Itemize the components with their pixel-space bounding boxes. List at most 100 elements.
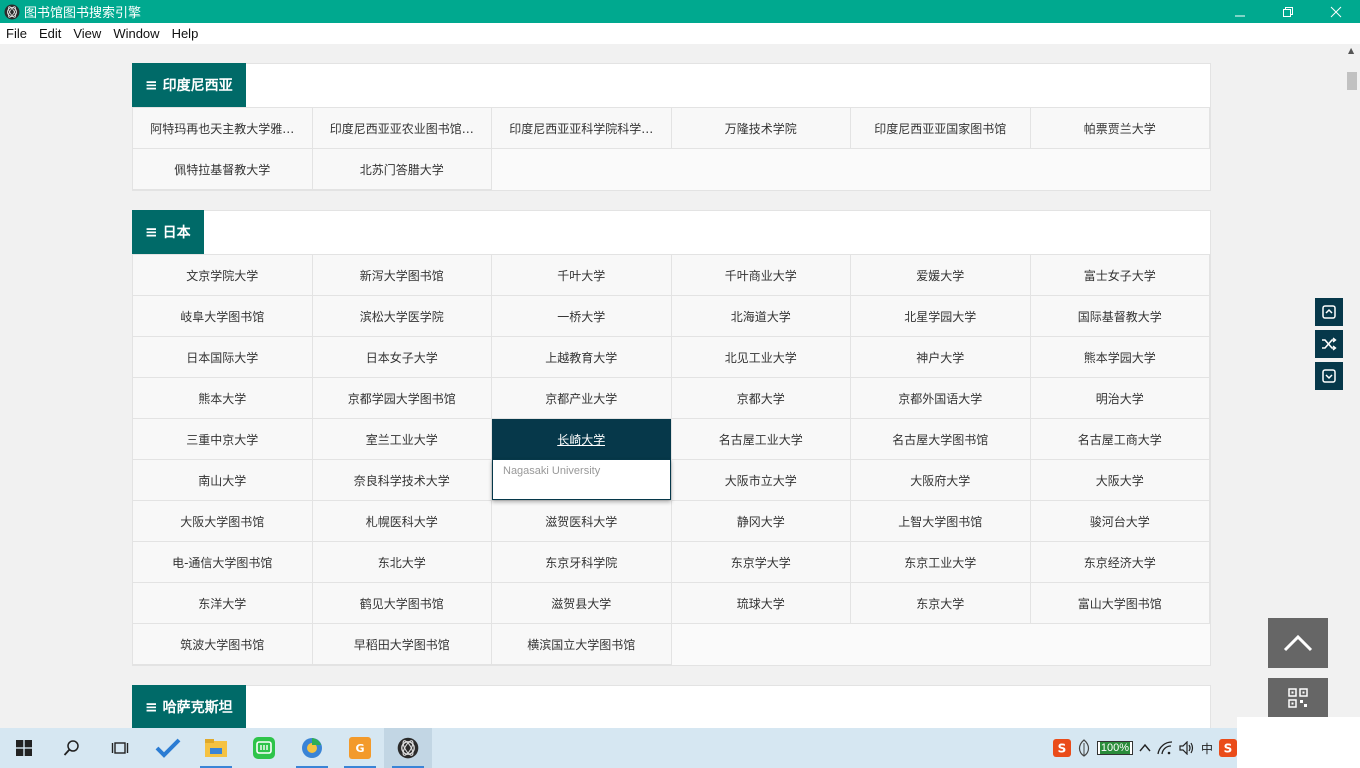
library-item[interactable]: 京都学园大学图书馆 [312,378,492,419]
chevron-up-icon[interactable] [1139,743,1151,753]
library-item[interactable]: 印度尼西亚亚农业图书馆… [312,108,492,149]
maximize-button[interactable] [1264,0,1312,23]
library-item[interactable]: 熊本大学 [133,378,313,419]
library-item[interactable]: 文京学院大学 [133,255,313,296]
speaker-icon[interactable] [1179,741,1195,755]
library-item[interactable]: 静冈大学 [671,501,851,542]
menu-help[interactable]: Help [166,26,205,41]
library-item[interactable]: 琉球大学 [671,583,851,624]
library-item[interactable]: 富士女子大学 [1030,255,1210,296]
start-button[interactable] [0,728,48,768]
menu-file[interactable]: File [0,26,33,41]
library-item[interactable]: 国际基督教大学 [1030,296,1210,337]
library-item[interactable]: 明治大学 [1030,378,1210,419]
library-item[interactable]: 富山大学图书馆 [1030,583,1210,624]
sogou-ime-icon[interactable]: S [1052,739,1071,757]
scroll-top-button[interactable] [1315,298,1343,326]
task-view-button[interactable] [96,728,144,768]
library-item[interactable]: 佩特拉基督教大学 [133,149,313,190]
library-item[interactable]: 大阪府大学 [851,460,1031,501]
menu-window[interactable]: Window [107,26,165,41]
scrollbar-thumb[interactable] [1347,72,1357,90]
scroll-bottom-button[interactable] [1315,362,1343,390]
library-item[interactable]: 奈良科学技术大学 [312,460,492,501]
todo-app[interactable] [144,728,192,768]
browser-icon [302,738,322,758]
library-item[interactable]: 印度尼西亚亚国家图书馆 [851,108,1031,149]
library-item[interactable]: 东京工业大学 [851,542,1031,583]
library-item[interactable]: 爱媛大学 [851,255,1031,296]
library-item[interactable]: 室兰工业大学 [312,419,492,460]
library-item[interactable]: 大阪大学图书馆 [133,501,313,542]
library-item[interactable]: 滋贺县大学 [492,583,672,624]
library-item[interactable]: 早稻田大学图书馆 [312,624,492,665]
library-item[interactable]: 北星学园大学 [851,296,1031,337]
library-item[interactable]: 名古屋大学图书馆 [851,419,1031,460]
library-item[interactable]: 札幌医科大学 [312,501,492,542]
library-item[interactable]: 阿特玛再也天主教大学雅… [133,108,313,149]
browser-app[interactable] [288,728,336,768]
close-button[interactable] [1312,0,1360,23]
library-item[interactable]: 北苏门答腊大学 [312,149,492,190]
library-item[interactable]: 电-通信大学图书馆 [133,542,313,583]
pdf-app[interactable]: G [336,728,384,768]
library-item[interactable]: 南山大学 [133,460,313,501]
library-item[interactable]: 千叶商业大学 [671,255,851,296]
library-item[interactable]: 上越教育大学 [492,337,672,378]
library-item[interactable]: 东京大学 [851,583,1031,624]
library-item[interactable]: 北海道大学 [671,296,851,337]
library-item[interactable]: 新泻大学图书馆 [312,255,492,296]
search-button[interactable] [48,728,96,768]
library-item[interactable]: 鹤见大学图书馆 [312,583,492,624]
library-item[interactable]: 京都大学 [671,378,851,419]
library-item[interactable]: 神户大学 [851,337,1031,378]
library-item[interactable]: 京都外国语大学 [851,378,1031,419]
library-item[interactable]: 东京经济大学 [1030,542,1210,583]
library-item[interactable]: 千叶大学 [492,255,672,296]
scroll-up-icon[interactable]: ▲ [1348,46,1354,55]
library-item[interactable]: 万隆技术学院 [671,108,851,149]
library-item[interactable]: 一桥大学 [492,296,672,337]
library-item[interactable]: 名古屋工商大学 [1030,419,1210,460]
leaf-icon[interactable] [1077,739,1091,757]
library-item[interactable]: 日本女子大学 [312,337,492,378]
ime-indicator[interactable]: 中 [1201,740,1213,757]
library-item[interactable]: 横滨国立大学图书馆 [492,624,672,665]
library-item[interactable]: 东京学大学 [671,542,851,583]
random-button[interactable] [1315,330,1343,358]
file-explorer-app[interactable] [192,728,240,768]
library-item[interactable]: 东京牙科学院 [492,542,672,583]
menu-view[interactable]: View [67,26,107,41]
library-item[interactable]: 三重中京大学 [133,419,313,460]
library-item[interactable]: 大阪大学 [1030,460,1210,501]
library-item[interactable]: 熊本学园大学 [1030,337,1210,378]
library-item[interactable]: 帕票贾兰大学 [1030,108,1210,149]
minimize-icon [1235,15,1245,16]
library-item[interactable]: 北见工业大学 [671,337,851,378]
library-item[interactable]: 长崎大学 [492,419,672,460]
library-item[interactable]: 筑波大学图书馆 [133,624,313,665]
wifi-icon[interactable] [1157,741,1173,755]
library-search-app[interactable] [384,728,432,768]
library-item[interactable]: 骏河台大学 [1030,501,1210,542]
sogou-tray-icon[interactable]: S [1219,739,1237,757]
library-item[interactable]: 滨松大学医学院 [312,296,492,337]
minimize-button[interactable] [1216,0,1264,23]
vertical-scrollbar[interactable]: ▲ [1343,44,1360,728]
library-item[interactable]: 东北大学 [312,542,492,583]
library-item[interactable]: 日本国际大学 [133,337,313,378]
clock-area[interactable] [1237,717,1360,768]
library-item[interactable]: 岐阜大学图书馆 [133,296,313,337]
library-item[interactable]: 滋贺医科大学 [492,501,672,542]
qr-code-button[interactable] [1268,678,1328,718]
chat-app[interactable] [240,728,288,768]
battery-indicator[interactable]: 100% [1096,741,1133,755]
library-item[interactable]: 名古屋工业大学 [671,419,851,460]
library-item[interactable]: 京都产业大学 [492,378,672,419]
library-item[interactable]: 上智大学图书馆 [851,501,1031,542]
library-item[interactable]: 印度尼西亚亚科学院科学… [492,108,672,149]
menu-edit[interactable]: Edit [33,26,67,41]
library-item[interactable]: 东洋大学 [133,583,313,624]
back-to-top-button[interactable] [1268,618,1328,668]
library-item[interactable]: 大阪市立大学 [671,460,851,501]
